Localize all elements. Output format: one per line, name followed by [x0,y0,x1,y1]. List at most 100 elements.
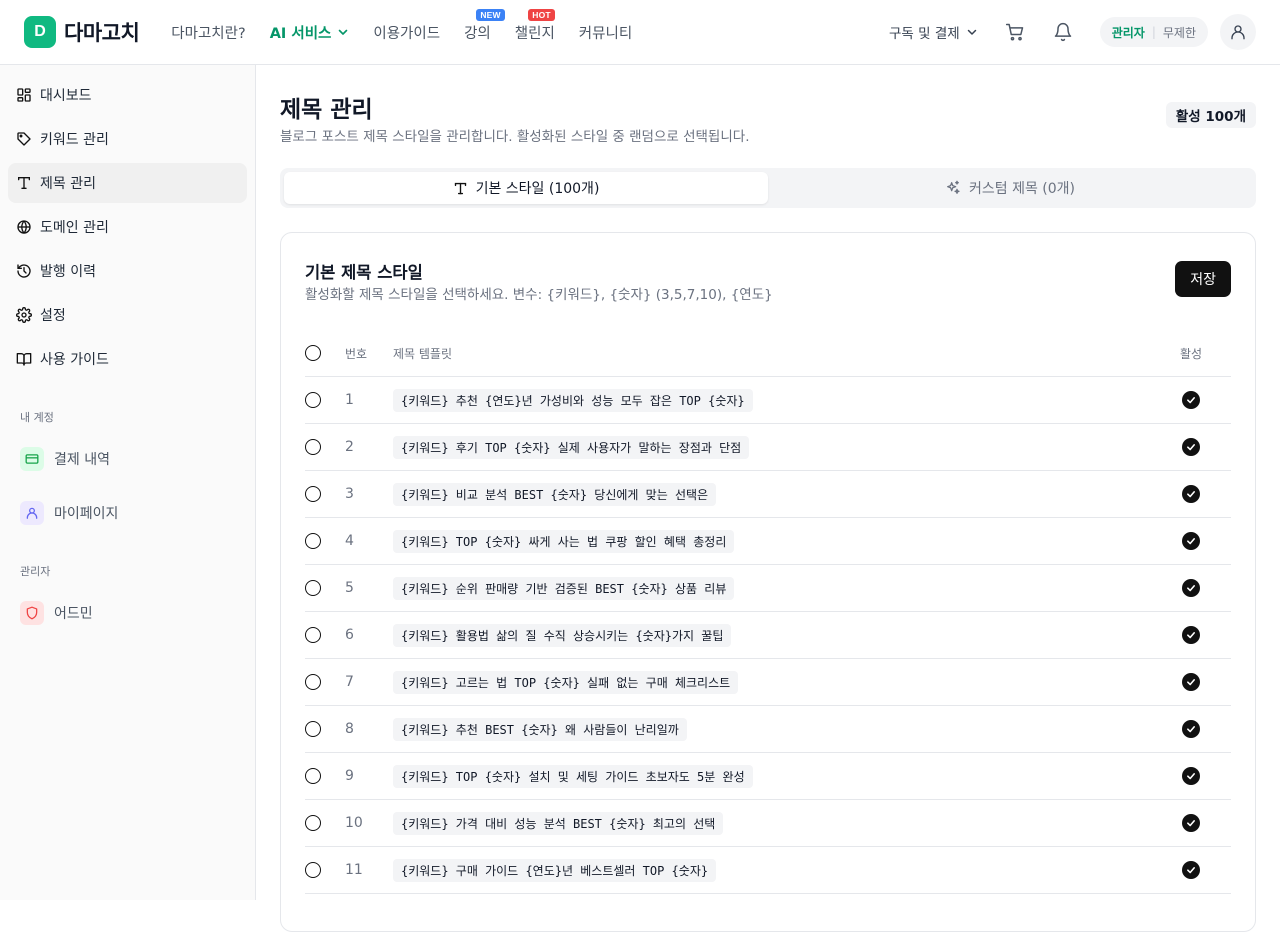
sidebar-item-keywords[interactable]: 키워드 관리 [8,119,247,159]
cart-icon[interactable] [1004,21,1026,43]
check-circle-icon[interactable] [1182,861,1200,879]
nav-community[interactable]: 커뮤니티 [579,22,632,43]
title-template: {키워드} 비교 분석 BEST {숫자} 당신에게 맞는 선택은 [393,482,717,506]
nav-about-label: 다마고치란? [171,25,246,42]
row-select-checkbox[interactable] [305,674,321,690]
sidebar-item-settings[interactable]: 설정 [8,295,247,335]
table-row: 5 {키워드} 순위 판매량 기반 검증된 BEST {숫자} 상품 리뷰 [305,565,1231,612]
row-select-checkbox[interactable] [305,815,321,831]
row-number: 5 [345,580,354,596]
history-icon [16,263,32,279]
sidebar-item-titles[interactable]: 제목 관리 [8,163,247,203]
check-circle-icon[interactable] [1182,485,1200,503]
sidebar-item-payments[interactable]: 결제 내역 [8,439,247,479]
sidebar-item-dashboard[interactable]: 대시보드 [8,75,247,115]
title-template: {키워드} 순위 판매량 기반 검증된 BEST {숫자} 상품 리뷰 [393,576,735,600]
plan-label: 무제한 [1162,25,1196,40]
row-number: 7 [345,674,354,690]
new-badge: NEW [476,8,505,21]
row-select-checkbox[interactable] [305,768,321,784]
subscription-menu[interactable]: 구독 및 결제 [889,22,978,42]
save-button[interactable]: 저장 [1175,261,1231,297]
column-header-number: 번호 [345,346,368,361]
table-row: 10 {키워드} 가격 대비 성능 분석 BEST {숫자} 최고의 선택 [305,800,1231,847]
user-icon [1229,23,1247,41]
sparkles-icon [945,180,961,196]
row-number: 8 [345,721,354,737]
row-number: 4 [345,533,354,549]
logo-text: 다마고치 [64,21,140,45]
sidebar-item-admin[interactable]: 어드민 [8,593,247,633]
column-header-active: 활성 [1179,346,1203,361]
row-number: 11 [345,862,363,878]
title-template: {키워드} 고르는 법 TOP {숫자} 실패 없는 구매 체크리스트 [393,670,739,694]
check-circle-icon[interactable] [1182,720,1200,738]
check-circle-icon[interactable] [1182,438,1200,456]
nav-about[interactable]: 다마고치란? [171,22,245,43]
sidebar-section-account: 내 계정 [20,411,54,424]
table-row: 1 {키워드} 추천 {연도}년 가성비와 성능 모두 잡은 TOP {숫자} [305,377,1231,424]
row-select-checkbox[interactable] [305,392,321,408]
row-select-checkbox[interactable] [305,533,321,549]
title-template: {키워드} 가격 대비 성능 분석 BEST {숫자} 최고의 선택 [393,811,724,835]
sidebar: 대시보드 키워드 관리 제목 관리 도메인 관리 발행 이력 설정 사용 가이드… [0,65,256,900]
sidebar-item-domains[interactable]: 도메인 관리 [8,207,247,247]
tab-default-styles[interactable]: 기본 스타일 (100개) [284,172,768,204]
row-select-checkbox[interactable] [305,580,321,596]
title-template: {키워드} 구매 가이드 {연도}년 베스트셀러 TOP {숫자} [393,858,717,882]
header-actions: 구독 및 결제 관리자 | 무제한 [889,14,1256,50]
row-number: 9 [345,768,354,784]
type-icon [453,181,468,196]
select-all-checkbox[interactable] [305,345,321,361]
sidebar-item-label: 발행 이력 [40,264,96,280]
avatar[interactable] [1220,14,1256,50]
check-circle-icon[interactable] [1182,673,1200,691]
row-select-checkbox[interactable] [305,627,321,643]
check-circle-icon[interactable] [1182,814,1200,832]
nav-guide[interactable]: 이용가이드 [373,22,440,43]
nav-lecture[interactable]: 강의 NEW [464,8,505,43]
row-select-checkbox[interactable] [305,862,321,878]
nav-ai-service[interactable]: AI 서비스 [270,22,350,43]
check-circle-icon[interactable] [1182,579,1200,597]
logo[interactable]: D 다마고치 [24,16,140,48]
style-tabs: 기본 스타일 (100개) 커스텀 제목 (0개) [280,168,1256,208]
row-select-checkbox[interactable] [305,439,321,455]
table-row: 2 {키워드} 후기 TOP {숫자} 실제 사용자가 말하는 장점과 단점 [305,424,1231,471]
sidebar-item-label: 마이페이지 [54,506,119,522]
tab-custom-titles[interactable]: 커스텀 제목 (0개) [768,172,1252,204]
table-row: 8 {키워드} 추천 BEST {숫자} 왜 사람들이 난리일까 [305,706,1231,753]
title-template: {키워드} 추천 BEST {숫자} 왜 사람들이 난리일까 [393,717,687,741]
check-circle-icon[interactable] [1182,532,1200,550]
tag-icon [16,131,32,147]
sidebar-item-history[interactable]: 발행 이력 [8,251,247,291]
sidebar-item-mypage[interactable]: 마이페이지 [8,493,247,533]
check-circle-icon[interactable] [1182,767,1200,785]
tab-label: 기본 스타일 (100개) [475,181,600,197]
row-number: 2 [345,439,354,455]
sidebar-item-label: 도메인 관리 [40,220,109,236]
title-template: {키워드} 추천 {연도}년 가성비와 성능 모두 잡은 TOP {숫자} [393,388,753,412]
page-title: 제목 관리 [280,97,373,123]
hot-badge: HOT [528,8,555,21]
sidebar-menu: 대시보드 키워드 관리 제목 관리 도메인 관리 발행 이력 설정 사용 가이드 [0,65,255,379]
check-circle-icon[interactable] [1182,391,1200,409]
title-template: {키워드} TOP {숫자} 설치 및 세팅 가이드 초보자도 5분 완성 [393,764,753,788]
row-select-checkbox[interactable] [305,486,321,502]
styles-table: 번호 제목 템플릿 활성 1 {키워드} 추천 {연도}년 가성비와 성능 모두 … [305,330,1231,894]
sidebar-item-label: 사용 가이드 [40,352,109,368]
user-icon [20,501,44,525]
nav-challenge[interactable]: 챌린지 HOT [514,8,555,43]
row-number: 10 [345,815,363,831]
check-circle-icon[interactable] [1182,626,1200,644]
nav-challenge-label: 챌린지 [514,25,555,42]
table-row: 11 {키워드} 구매 가이드 {연도}년 베스트셀러 TOP {숫자} [305,847,1231,894]
row-select-checkbox[interactable] [305,721,321,737]
table-body: 1 {키워드} 추천 {연도}년 가성비와 성능 모두 잡은 TOP {숫자} 2 {… [305,377,1231,894]
sidebar-item-guide[interactable]: 사용 가이드 [8,339,247,379]
table-row: 9 {키워드} TOP {숫자} 설치 및 세팅 가이드 초보자도 5분 완성 [305,753,1231,800]
bell-icon[interactable] [1052,21,1074,43]
default-styles-card: 기본 제목 스타일 활성화할 제목 스타일을 선택하세요. 변수: {키워드},… [280,232,1256,932]
sidebar-item-label: 설정 [40,308,66,324]
role-divider: | [1151,25,1156,39]
